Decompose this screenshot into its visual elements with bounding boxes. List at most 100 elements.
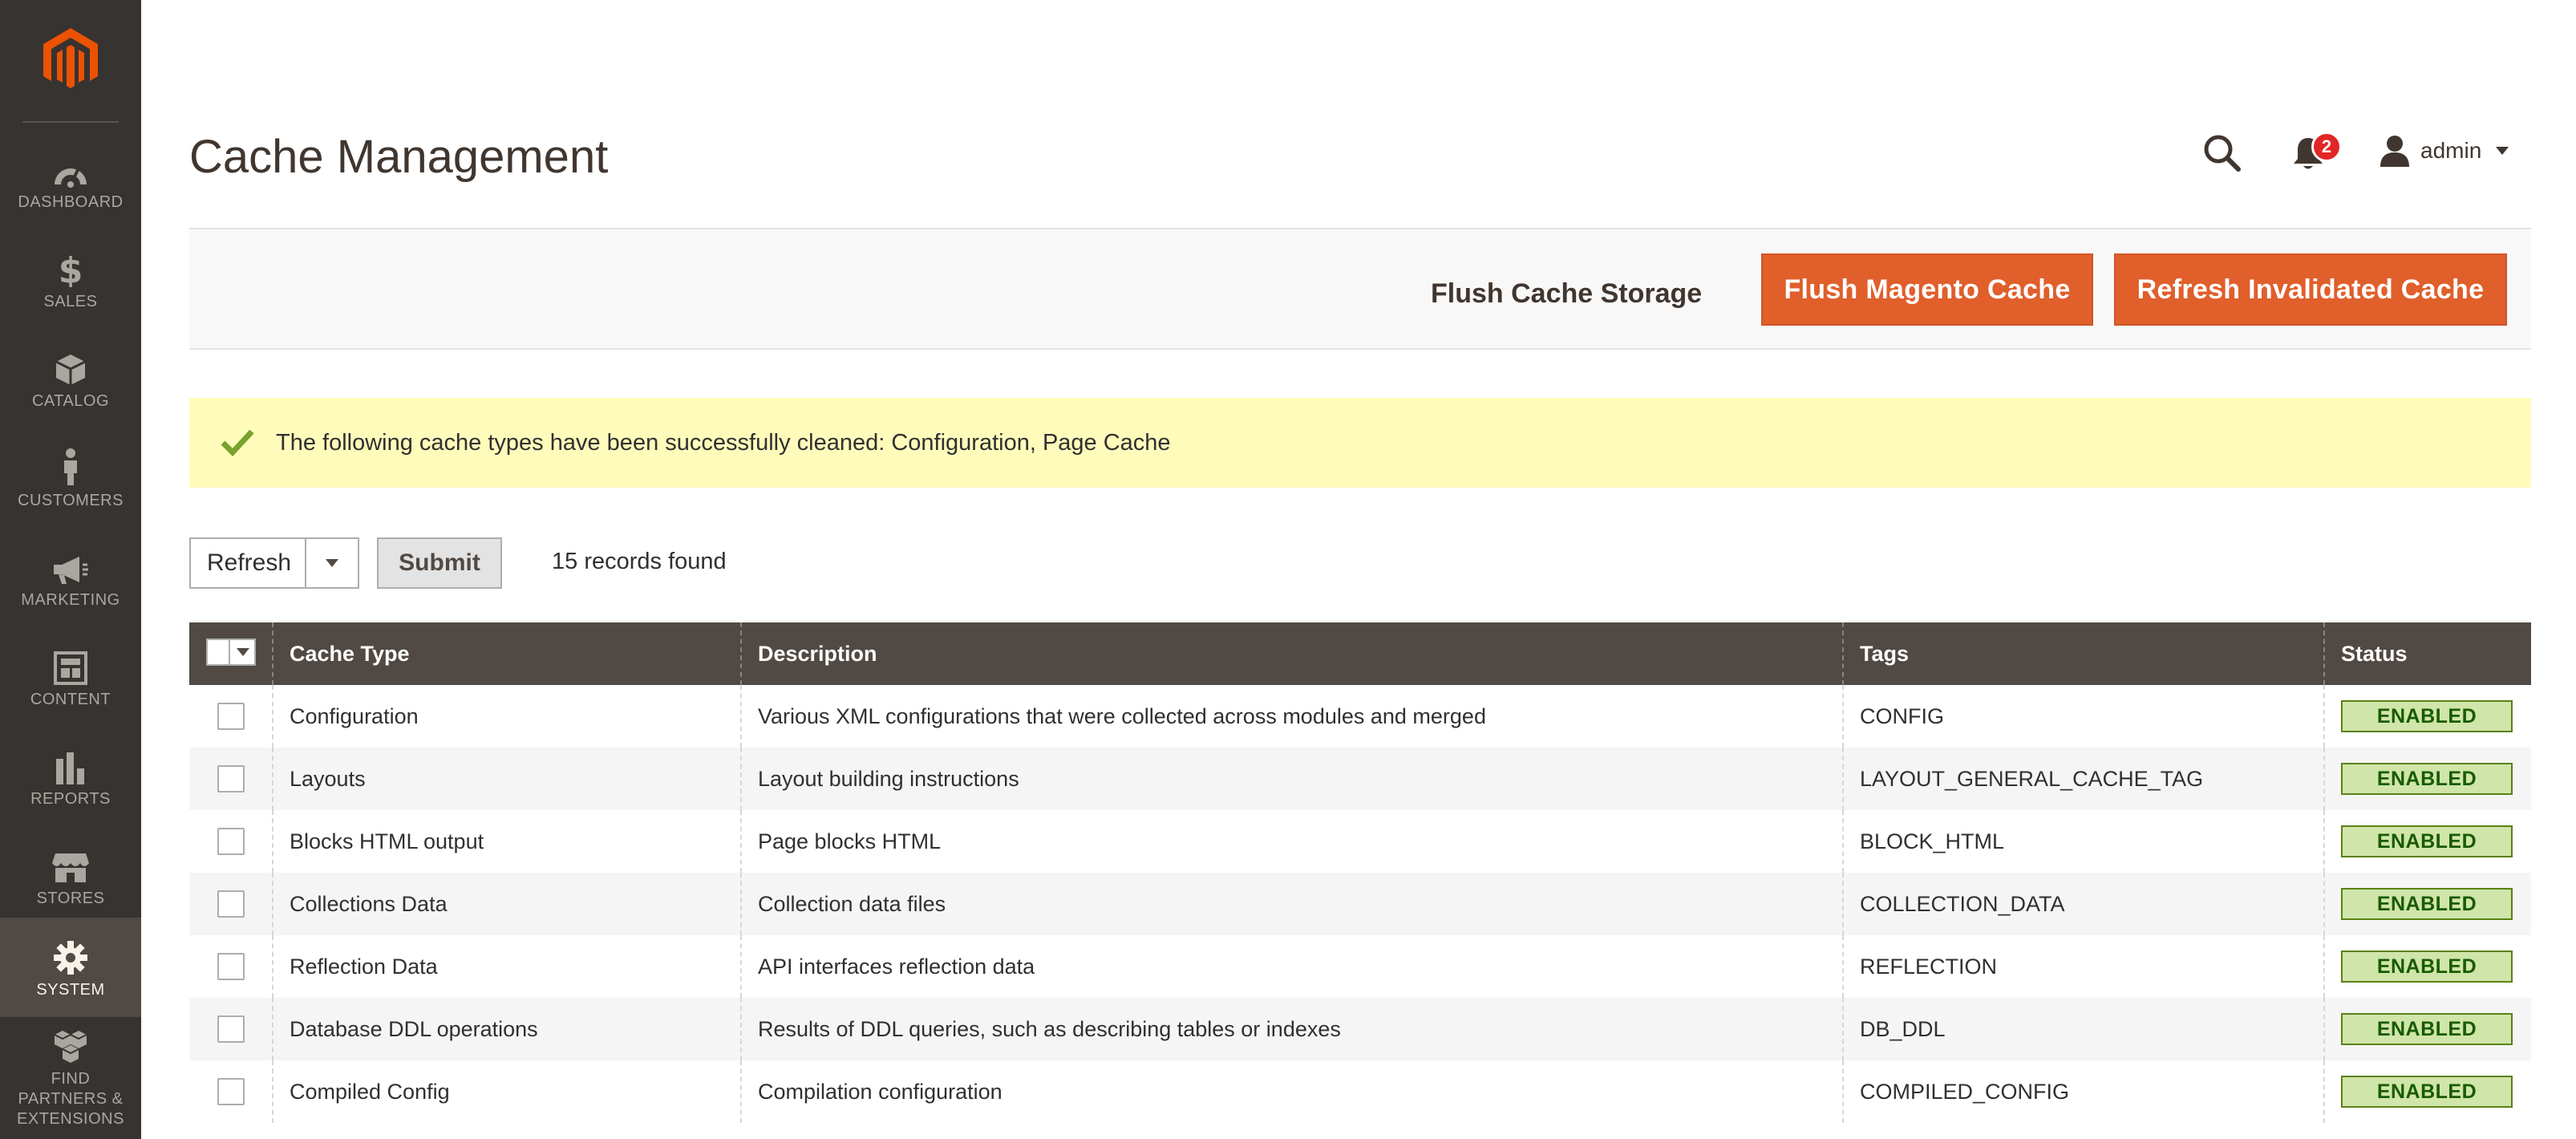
page-title: Cache Management: [189, 131, 609, 183]
tags-cell: LAYOUT_GENERAL_CACHE_TAG: [1843, 748, 2325, 810]
extensions-icon: [0, 1024, 141, 1069]
table-row[interactable]: Blocks HTML output Page blocks HTML BLOC…: [189, 810, 2531, 873]
page-actions-bar: Flush Cache Storage Flush Magento Cache …: [189, 228, 2531, 350]
row-checkbox[interactable]: [217, 1015, 245, 1043]
mass-action-select[interactable]: Refresh: [189, 537, 359, 589]
column-header-status[interactable]: Status: [2324, 622, 2531, 685]
nav-item-marketing[interactable]: MARKETING: [0, 528, 141, 627]
admin-username: admin: [2420, 138, 2482, 163]
mass-action-toggle[interactable]: [305, 539, 358, 587]
cache-type-cell: Layouts: [273, 748, 742, 810]
nav-item-catalog[interactable]: CATALOG: [0, 329, 141, 428]
status-badge: ENABLED: [2341, 888, 2513, 920]
table-row[interactable]: Configuration Various XML configurations…: [189, 685, 2531, 748]
layout-icon: [0, 645, 141, 690]
chevron-down-icon: [326, 559, 338, 567]
row-checkbox[interactable]: [217, 765, 245, 792]
flush-magento-cache-button[interactable]: Flush Magento Cache: [1761, 253, 2093, 326]
status-badge: ENABLED: [2341, 700, 2513, 732]
column-header-tags[interactable]: Tags: [1843, 622, 2325, 685]
description-cell: Layout building instructions: [741, 748, 1844, 810]
tags-cell: DB_DDL: [1843, 998, 2325, 1060]
chevron-down-icon: [236, 647, 249, 656]
cache-type-cell: Blocks HTML output: [273, 810, 742, 873]
nav-label: MARKETING: [21, 590, 120, 609]
nav-item-dashboard[interactable]: DASHBOARD: [0, 130, 141, 229]
description-cell: Compilation configuration: [741, 1060, 1844, 1123]
column-header-description[interactable]: Description: [741, 622, 1844, 685]
row-checkbox[interactable]: [217, 1078, 245, 1105]
table-row[interactable]: Layouts Layout building instructions LAY…: [189, 748, 2531, 810]
status-badge: ENABLED: [2341, 763, 2513, 795]
nav-label: DASHBOARD: [18, 193, 124, 211]
table-row[interactable]: Collections Data Collection data files C…: [189, 873, 2531, 935]
dashboard-icon: [0, 148, 141, 193]
user-icon: [2380, 136, 2409, 167]
bar-chart-icon: [0, 744, 141, 789]
cache-type-cell: Configuration: [273, 685, 742, 748]
row-checkbox[interactable]: [217, 953, 245, 980]
success-message-text: The following cache types have been succ…: [276, 429, 1171, 456]
nav-item-customers[interactable]: CUSTOMERS: [0, 428, 141, 528]
cache-type-cell: Reflection Data: [273, 935, 742, 998]
nav-label: CONTENT: [30, 690, 111, 708]
storefront-icon: [0, 844, 141, 889]
success-message: The following cache types have been succ…: [189, 398, 2531, 488]
gear-icon: [0, 935, 141, 980]
status-badge: ENABLED: [2341, 951, 2513, 983]
dollar-icon: $: [0, 247, 141, 292]
description-cell: Collection data files: [741, 873, 1844, 935]
nav-item-find-partners[interactable]: FIND PARTNERS & EXTENSIONS: [0, 1020, 141, 1133]
nav-label: STORES: [36, 889, 105, 907]
person-icon: [0, 446, 141, 491]
magento-logo-icon: [43, 28, 98, 88]
cache-type-cell: Database DDL operations: [273, 998, 742, 1060]
box-icon: [0, 347, 141, 391]
nav-item-content[interactable]: CONTENT: [0, 627, 141, 727]
status-badge: ENABLED: [2341, 1013, 2513, 1045]
mass-action-value: Refresh: [207, 549, 292, 576]
megaphone-icon: [0, 545, 141, 590]
nav-item-system[interactable]: SYSTEM: [0, 918, 141, 1017]
table-header-row: Cache Type Description Tags Status: [189, 622, 2531, 685]
magento-logo[interactable]: [0, 0, 141, 120]
global-search-button[interactable]: [2202, 133, 2241, 172]
submit-button[interactable]: Submit: [377, 537, 502, 589]
description-cell: Page blocks HTML: [741, 810, 1844, 873]
tags-cell: BLOCK_HTML: [1843, 810, 2325, 873]
nav-label: CUSTOMERS: [18, 491, 124, 509]
row-checkbox[interactable]: [217, 703, 245, 730]
tags-cell: COLLECTION_DATA: [1843, 873, 2325, 935]
flush-cache-storage-button[interactable]: Flush Cache Storage: [1431, 276, 1702, 311]
svg-text:$: $: [59, 252, 83, 287]
cache-type-cell: Collections Data: [273, 873, 742, 935]
admin-user-menu[interactable]: admin: [2379, 133, 2509, 168]
nav-label: SYSTEM: [36, 980, 105, 999]
table-row[interactable]: Database DDL operations Results of DDL q…: [189, 998, 2531, 1060]
tags-cell: COMPILED_CONFIG: [1843, 1060, 2325, 1123]
description-cell: Results of DDL queries, such as describi…: [741, 998, 1844, 1060]
logo-divider: [22, 121, 119, 123]
chevron-down-icon: [2496, 147, 2509, 155]
refresh-invalidated-cache-button[interactable]: Refresh Invalidated Cache: [2114, 253, 2507, 326]
select-all-checkbox[interactable]: [207, 639, 230, 664]
cache-types-table: Cache Type Description Tags Status Confi…: [189, 622, 2531, 1123]
table-row[interactable]: Compiled Config Compilation configuratio…: [189, 1060, 2531, 1123]
status-badge: ENABLED: [2341, 825, 2513, 857]
nav-item-stores[interactable]: STORES: [0, 826, 141, 926]
status-badge: ENABLED: [2341, 1076, 2513, 1108]
row-checkbox[interactable]: [217, 828, 245, 855]
description-cell: API interfaces reflection data: [741, 935, 1844, 998]
records-found-count: 15 records found: [552, 549, 727, 574]
mass-select-checkbox-dropdown[interactable]: [205, 638, 256, 666]
description-cell: Various XML configurations that were col…: [741, 685, 1844, 748]
admin-sidebar: DASHBOARD $ SALES CATALOG CUSTOMERS MARK…: [0, 0, 141, 1139]
nav-item-sales[interactable]: $ SALES: [0, 229, 141, 329]
notifications-count-badge: 2: [2311, 132, 2342, 162]
nav-item-reports[interactable]: REPORTS: [0, 727, 141, 826]
search-icon: [2204, 135, 2241, 172]
tags-cell: CONFIG: [1843, 685, 2325, 748]
column-header-cache-type[interactable]: Cache Type: [273, 622, 742, 685]
row-checkbox[interactable]: [217, 890, 245, 918]
table-row[interactable]: Reflection Data API interfaces reflectio…: [189, 935, 2531, 998]
